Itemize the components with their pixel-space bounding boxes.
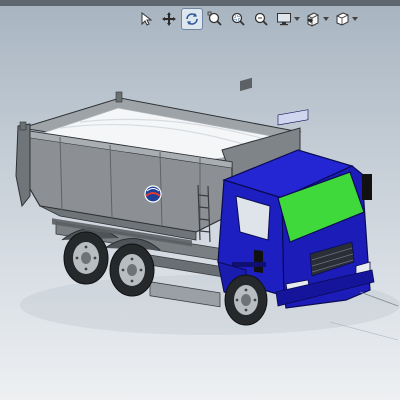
brand-logo: [144, 185, 162, 203]
display-style-icon[interactable]: [274, 9, 294, 29]
dump-truck-model[interactable]: [0, 0, 400, 400]
display-style-dropdown-icon[interactable]: [294, 9, 300, 29]
graphics-viewport[interactable]: [0, 0, 400, 400]
rear-wheel-1: [63, 231, 109, 285]
rotate-view-icon[interactable]: [181, 8, 203, 30]
view-orientation-icon[interactable]: [332, 9, 352, 29]
appearance-icon[interactable]: [303, 9, 323, 29]
zoom-to-fit-icon[interactable]: [205, 9, 225, 29]
heads-up-view-toolbar: [136, 8, 358, 30]
appearance-dropdown-icon[interactable]: [323, 9, 329, 29]
front-wheel: [224, 274, 268, 326]
view-orientation-dropdown-icon[interactable]: [352, 9, 358, 29]
zoom-in-out-icon[interactable]: [251, 9, 271, 29]
pan-icon[interactable]: [159, 9, 179, 29]
select-arrow-icon[interactable]: [136, 9, 156, 29]
rear-wheel-2: [109, 243, 155, 297]
zoom-to-area-icon[interactable]: [228, 9, 248, 29]
